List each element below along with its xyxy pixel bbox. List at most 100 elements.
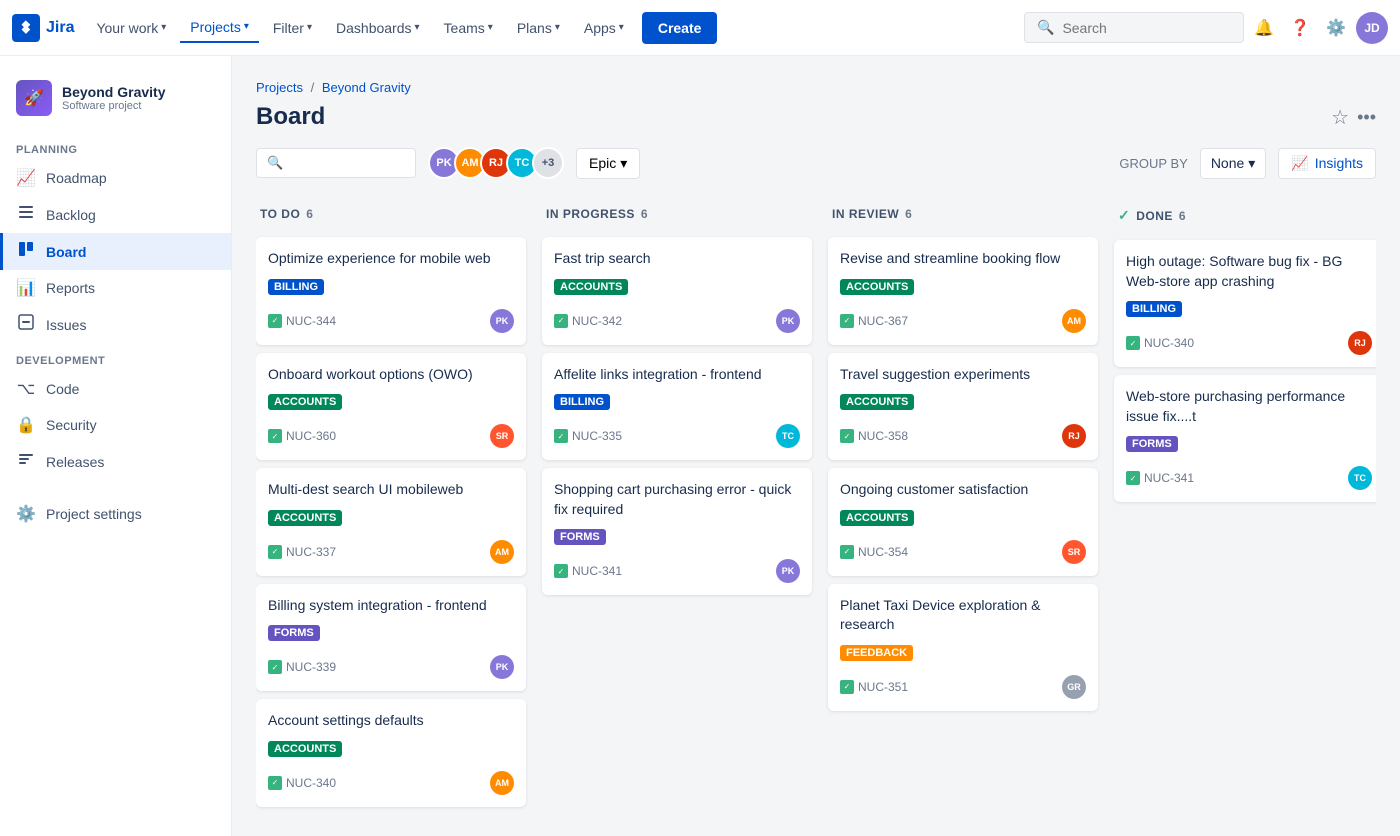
card[interactable]: Web-store purchasing performance issue f… — [1114, 375, 1376, 502]
group-by-select[interactable]: None ▾ — [1200, 148, 1267, 179]
card-title: Shopping cart purchasing error - quick f… — [554, 480, 800, 519]
search-input[interactable] — [1062, 20, 1222, 36]
avatar-count[interactable]: +3 — [532, 147, 564, 179]
chevron-down-icon: ▾ — [488, 22, 493, 33]
sidebar-item-issues[interactable]: Issues — [0, 306, 231, 343]
card-id: ✓ NUC-337 — [268, 545, 336, 559]
card-avatar: PK — [776, 309, 800, 333]
card[interactable]: Optimize experience for mobile web BILLI… — [256, 237, 526, 345]
settings-icon: ⚙️ — [16, 504, 36, 524]
breadcrumb-project[interactable]: Beyond Gravity — [322, 80, 411, 95]
settings-button[interactable]: ⚙️ — [1320, 12, 1352, 44]
code-icon: ⌥ — [16, 379, 36, 399]
card-badge: ACCOUNTS — [554, 279, 628, 295]
card-badge: FORMS — [554, 529, 606, 545]
board-search[interactable]: 🔍 — [256, 148, 416, 178]
card-id-text: NUC-337 — [286, 545, 336, 559]
card[interactable]: Multi-dest search UI mobileweb ACCOUNTS … — [256, 468, 526, 576]
help-button[interactable]: ❓ — [1284, 12, 1316, 44]
chevron-down-icon: ▾ — [415, 22, 420, 33]
card-avatar: PK — [490, 655, 514, 679]
board-column-todo: TO DO 6 Optimize experience for mobile w… — [256, 199, 526, 815]
sidebar-item-roadmap[interactable]: 📈 Roadmap — [0, 160, 231, 196]
sidebar-item-releases[interactable]: Releases — [0, 443, 231, 480]
logo[interactable]: Jira — [12, 14, 74, 42]
card-footer: ✓ NUC-340 AM — [268, 771, 514, 795]
star-button[interactable]: ☆ — [1331, 105, 1349, 130]
user-avatar[interactable]: JD — [1356, 12, 1388, 44]
sidebar-item-code[interactable]: ⌥ Code — [0, 371, 231, 407]
search-icon: 🔍 — [1037, 19, 1054, 36]
column-title-todo: TO DO 6 — [260, 207, 313, 221]
card-badge: ACCOUNTS — [840, 279, 914, 295]
notifications-button[interactable]: 🔔 — [1248, 12, 1280, 44]
sidebar-item-backlog[interactable]: Backlog — [0, 196, 231, 233]
epic-button[interactable]: Epic ▾ — [576, 148, 640, 179]
card-id: ✓ NUC-340 — [268, 776, 336, 790]
card[interactable]: High outage: Software bug fix - BG Web-s… — [1114, 240, 1376, 367]
nav-teams[interactable]: Teams ▾ — [434, 14, 503, 42]
card-badge: FEEDBACK — [840, 645, 913, 661]
card-id-icon: ✓ — [840, 314, 854, 328]
card[interactable]: Billing system integration - frontend FO… — [256, 584, 526, 692]
project-type: Software project — [62, 100, 165, 112]
board-columns: TO DO 6 Optimize experience for mobile w… — [256, 199, 1376, 815]
card[interactable]: Shopping cart purchasing error - quick f… — [542, 468, 812, 595]
card-badge: ACCOUNTS — [268, 741, 342, 757]
card-id: ✓ NUC-344 — [268, 314, 336, 328]
card-footer: ✓ NUC-337 AM — [268, 540, 514, 564]
nav-dashboards[interactable]: Dashboards ▾ — [326, 14, 430, 42]
card-footer: ✓ NUC-335 TC — [554, 424, 800, 448]
insights-button[interactable]: 📈 Insights — [1278, 148, 1376, 179]
top-nav: Jira Your work ▾ Projects ▾ Filter ▾ Das… — [0, 0, 1400, 56]
card-footer: ✓ NUC-360 SR — [268, 424, 514, 448]
card-badge: FORMS — [1126, 436, 1178, 452]
card-footer: ✓ NUC-341 TC — [1126, 466, 1372, 490]
board-search-input[interactable] — [289, 156, 399, 171]
card[interactable]: Affelite links integration - frontend BI… — [542, 353, 812, 461]
card-avatar: AM — [490, 540, 514, 564]
project-name: Beyond Gravity — [62, 84, 165, 100]
card-id-icon: ✓ — [268, 429, 282, 443]
card[interactable]: Travel suggestion experiments ACCOUNTS ✓… — [828, 353, 1098, 461]
breadcrumb-projects[interactable]: Projects — [256, 80, 303, 95]
nav-your-work[interactable]: Your work ▾ — [86, 14, 176, 42]
card-footer: ✓ NUC-339 PK — [268, 655, 514, 679]
card[interactable]: Ongoing customer satisfaction ACCOUNTS ✓… — [828, 468, 1098, 576]
sidebar-item-board[interactable]: Board — [0, 233, 231, 270]
card-footer: ✓ NUC-354 SR — [840, 540, 1086, 564]
card-avatar: TC — [1348, 466, 1372, 490]
sidebar-item-label-backlog: Backlog — [46, 207, 96, 223]
sidebar-item-project-settings[interactable]: ⚙️ Project settings — [0, 496, 231, 532]
sidebar-item-label-settings: Project settings — [46, 506, 142, 522]
card[interactable]: Onboard workout options (OWO) ACCOUNTS ✓… — [256, 353, 526, 461]
done-check-icon: ✓ — [1118, 207, 1130, 224]
board-icon — [16, 241, 36, 262]
card[interactable]: Planet Taxi Device exploration & researc… — [828, 584, 1098, 711]
card[interactable]: Fast trip search ACCOUNTS ✓ NUC-342 PK — [542, 237, 812, 345]
more-options-button[interactable]: ••• — [1357, 107, 1376, 128]
card-avatar: SR — [1062, 540, 1086, 564]
column-title-done: ✓ DONE 6 — [1118, 207, 1186, 224]
nav-apps[interactable]: Apps ▾ — [574, 14, 634, 42]
column-header-todo: TO DO 6 — [256, 199, 526, 229]
card-avatar: PK — [490, 309, 514, 333]
nav-projects[interactable]: Projects ▾ — [180, 13, 259, 43]
card-id: ✓ NUC-342 — [554, 314, 622, 328]
search-box[interactable]: 🔍 — [1024, 12, 1244, 43]
nav-plans[interactable]: Plans ▾ — [507, 14, 570, 42]
sidebar-item-security[interactable]: 🔒 Security — [0, 407, 231, 443]
create-button[interactable]: Create — [642, 12, 718, 44]
card-id-text: NUC-360 — [286, 429, 336, 443]
card[interactable]: Revise and streamline booking flow ACCOU… — [828, 237, 1098, 345]
card-id-text: NUC-341 — [1144, 471, 1194, 485]
board-search-icon: 🔍 — [267, 155, 283, 171]
sidebar-item-reports[interactable]: 📊 Reports — [0, 270, 231, 306]
column-count-inreview: 6 — [905, 207, 912, 221]
card[interactable]: Account settings defaults ACCOUNTS ✓ NUC… — [256, 699, 526, 807]
card-footer: ✓ NUC-342 PK — [554, 309, 800, 333]
card-id: ✓ NUC-340 — [1126, 336, 1194, 350]
chevron-down-icon: ▾ — [244, 21, 249, 32]
logo-text: Jira — [46, 19, 74, 37]
nav-filter[interactable]: Filter ▾ — [263, 14, 322, 42]
